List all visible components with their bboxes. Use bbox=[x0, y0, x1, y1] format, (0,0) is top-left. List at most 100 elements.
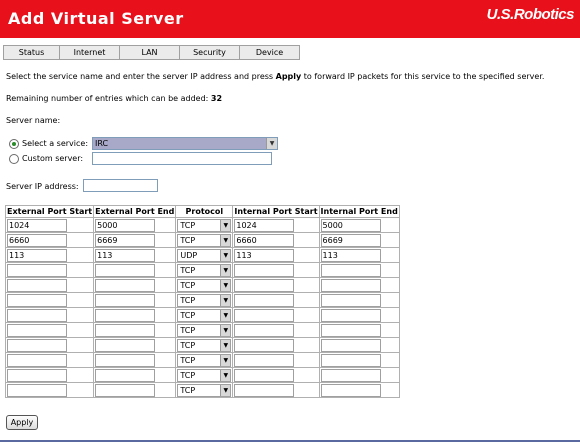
external-port-start-input[interactable] bbox=[7, 293, 67, 307]
external-port-end-input[interactable] bbox=[95, 308, 156, 322]
protocol-value: TCP bbox=[180, 235, 196, 245]
internal-port-start-input[interactable] bbox=[234, 263, 295, 277]
custom-server-label: Custom server: bbox=[22, 154, 84, 163]
external-port-end-input[interactable] bbox=[95, 353, 156, 367]
chevron-down-icon: ▼ bbox=[220, 339, 231, 351]
internal-port-start-input[interactable] bbox=[234, 308, 295, 322]
internal-port-start-input[interactable]: 1024 bbox=[234, 218, 295, 232]
internal-port-end-input[interactable] bbox=[320, 353, 381, 367]
external-port-end-input[interactable] bbox=[95, 338, 156, 352]
port-forwarding-table: External Port Start External Port End Pr… bbox=[4, 205, 400, 398]
internal-port-end-input[interactable] bbox=[320, 338, 381, 352]
select-service-label: Select a service: bbox=[22, 139, 89, 148]
external-port-end-input[interactable] bbox=[95, 263, 156, 277]
tab-internet[interactable]: Internet bbox=[59, 45, 119, 60]
tab-device[interactable]: Device bbox=[239, 45, 300, 60]
protocol-select[interactable]: TCP ▼ bbox=[177, 353, 232, 367]
internal-port-start-input[interactable] bbox=[234, 338, 295, 352]
table-cell: 113 bbox=[4, 247, 95, 263]
internal-port-end-input[interactable] bbox=[320, 278, 381, 292]
protocol-select[interactable]: TCP ▼ bbox=[177, 233, 232, 247]
external-port-end-input[interactable] bbox=[95, 323, 156, 337]
table-cell: TCP ▼ bbox=[175, 292, 234, 308]
server-ip-input[interactable] bbox=[83, 179, 158, 192]
external-port-start-input[interactable] bbox=[7, 278, 67, 292]
internal-port-start-input[interactable] bbox=[234, 293, 295, 307]
external-port-start-input[interactable]: 1024 bbox=[7, 218, 67, 232]
intro-text: Select the service name and enter the se… bbox=[6, 72, 544, 81]
table-cell bbox=[4, 262, 95, 278]
internal-port-end-input[interactable]: 5000 bbox=[320, 218, 381, 232]
custom-server-radio[interactable] bbox=[9, 154, 19, 164]
tab-status[interactable]: Status bbox=[3, 45, 59, 60]
internal-port-start-input[interactable] bbox=[234, 368, 295, 382]
header-external-port-end: External Port End bbox=[93, 205, 177, 218]
external-port-start-input[interactable] bbox=[7, 338, 67, 352]
chevron-down-icon: ▼ bbox=[220, 234, 231, 246]
external-port-end-input[interactable]: 5000 bbox=[95, 218, 156, 232]
internal-port-end-input[interactable] bbox=[320, 368, 381, 382]
internal-port-start-input[interactable] bbox=[234, 353, 295, 367]
select-service-radio[interactable] bbox=[9, 139, 19, 149]
protocol-select[interactable]: TCP ▼ bbox=[177, 308, 232, 322]
external-port-end-input[interactable]: 6669 bbox=[95, 233, 156, 247]
external-port-start-input[interactable]: 113 bbox=[7, 248, 67, 262]
table-cell bbox=[232, 382, 320, 398]
protocol-select[interactable]: TCP ▼ bbox=[177, 263, 232, 277]
external-port-start-input[interactable] bbox=[7, 308, 67, 322]
internal-port-start-input[interactable]: 113 bbox=[234, 248, 295, 262]
internal-port-start-input[interactable] bbox=[234, 383, 295, 397]
protocol-select[interactable]: TCP ▼ bbox=[177, 368, 232, 382]
service-select[interactable]: IRC ▼ bbox=[92, 137, 278, 150]
internal-port-start-input[interactable] bbox=[234, 278, 295, 292]
internal-port-end-input[interactable] bbox=[320, 263, 381, 277]
table-row: TCP ▼ bbox=[4, 352, 400, 368]
apply-button[interactable]: Apply bbox=[6, 415, 38, 430]
internal-port-start-input[interactable]: 6660 bbox=[234, 233, 295, 247]
protocol-value: TCP bbox=[180, 340, 196, 350]
chevron-down-icon: ▼ bbox=[220, 219, 231, 231]
external-port-end-input[interactable] bbox=[95, 368, 156, 382]
external-port-start-input[interactable] bbox=[7, 383, 67, 397]
external-port-start-input[interactable] bbox=[7, 353, 67, 367]
protocol-select[interactable]: TCP ▼ bbox=[177, 278, 232, 292]
internal-port-end-input[interactable]: 113 bbox=[320, 248, 381, 262]
internal-port-end-input[interactable] bbox=[320, 383, 381, 397]
tab-lan[interactable]: LAN bbox=[119, 45, 179, 60]
external-port-end-input[interactable] bbox=[95, 383, 156, 397]
external-port-start-input[interactable] bbox=[7, 368, 67, 382]
chevron-down-icon: ▼ bbox=[220, 264, 231, 276]
table-cell bbox=[232, 307, 320, 323]
table-row: 113 113 UDP ▼ 113 113 bbox=[4, 247, 400, 263]
custom-server-input[interactable] bbox=[92, 152, 272, 165]
internal-port-end-input[interactable] bbox=[320, 323, 381, 337]
internal-port-start-input[interactable] bbox=[234, 323, 295, 337]
external-port-start-input[interactable] bbox=[7, 263, 67, 277]
table-cell bbox=[232, 337, 320, 353]
table-cell: 6660 bbox=[232, 232, 320, 248]
external-port-end-input[interactable]: 113 bbox=[95, 248, 156, 262]
external-port-start-input[interactable] bbox=[7, 323, 67, 337]
table-cell bbox=[93, 367, 177, 383]
internal-port-end-input[interactable] bbox=[320, 308, 381, 322]
external-port-end-input[interactable] bbox=[95, 293, 156, 307]
external-port-end-input[interactable] bbox=[95, 278, 156, 292]
tab-security[interactable]: Security bbox=[179, 45, 239, 60]
external-port-start-input[interactable]: 6660 bbox=[7, 233, 67, 247]
internal-port-end-input[interactable] bbox=[320, 293, 381, 307]
internal-port-end-input[interactable]: 6669 bbox=[320, 233, 381, 247]
protocol-select[interactable]: TCP ▼ bbox=[177, 338, 232, 352]
table-cell bbox=[4, 337, 95, 353]
table-cell: TCP ▼ bbox=[175, 217, 234, 233]
protocol-select[interactable]: TCP ▼ bbox=[177, 323, 232, 337]
table-row: 6660 6669 TCP ▼ 6660 6669 bbox=[4, 232, 400, 248]
chevron-down-icon: ▼ bbox=[220, 309, 231, 321]
protocol-select[interactable]: TCP ▼ bbox=[177, 218, 232, 232]
protocol-select[interactable]: TCP ▼ bbox=[177, 293, 232, 307]
protocol-select[interactable]: TCP ▼ bbox=[177, 383, 232, 397]
table-cell: TCP ▼ bbox=[175, 307, 234, 323]
protocol-value: TCP bbox=[180, 370, 196, 380]
table-cell bbox=[318, 277, 400, 293]
protocol-value: TCP bbox=[180, 295, 196, 305]
protocol-select[interactable]: UDP ▼ bbox=[177, 248, 232, 262]
